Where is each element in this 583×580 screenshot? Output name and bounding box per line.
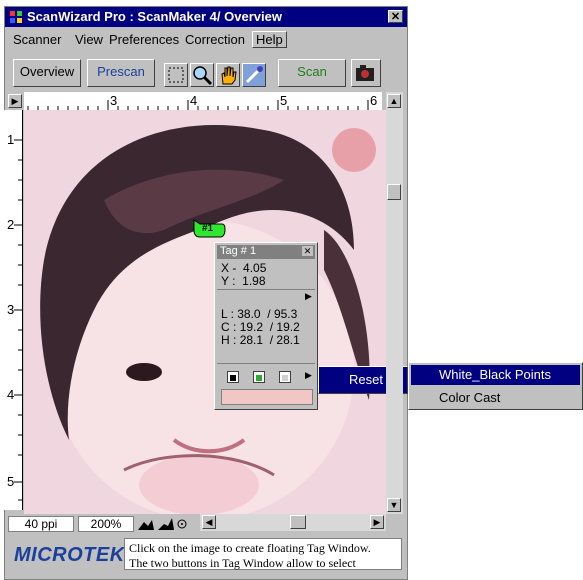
scroll-down-button[interactable]: ▼	[387, 498, 401, 512]
tag-x-label: X	[221, 261, 230, 275]
hand-pan-icon	[221, 66, 237, 85]
tag-l-label: L	[221, 307, 228, 321]
ruler-left-2: 2	[7, 217, 15, 232]
white-point-button[interactable]	[227, 371, 239, 383]
tag-c-value-1: 19.2	[239, 320, 264, 334]
help-message-line-1: Click on the image to create floating Ta…	[129, 541, 371, 555]
black-point-button[interactable]	[279, 371, 291, 383]
menu-item-white-black-points-label: White_Black Points	[439, 367, 551, 382]
overview-button[interactable]: Overview	[13, 59, 81, 87]
title-bar[interactable]: ScanWizard Pro : ScanMaker 4/ Overview ✕	[5, 7, 407, 27]
tag-window-title-bar[interactable]: Tag # 1 ✕	[217, 245, 315, 259]
horizontal-ruler-ticks	[27, 100, 369, 110]
zoom-field[interactable]: 200%	[78, 516, 134, 532]
tag-l-row: L : 38.0 / 95.3	[221, 307, 298, 321]
color-swatch	[221, 389, 313, 405]
tag-window-title: Tag # 1	[220, 245, 257, 257]
scan-button[interactable]: Scan	[278, 59, 346, 87]
color-cast-icon	[256, 375, 262, 381]
zoom-tool[interactable]	[190, 63, 214, 87]
ruler-label-3: 3	[110, 93, 118, 108]
frame-select-icon	[168, 67, 184, 83]
ruler-label-5: 5	[280, 93, 288, 108]
hand-tool[interactable]	[216, 63, 240, 87]
color-cast-button[interactable]	[253, 371, 265, 383]
tag-x-value: 4.05	[243, 261, 267, 275]
preview-image[interactable]	[24, 110, 386, 514]
horizontal-scroll-thumb[interactable]	[290, 515, 306, 529]
help-message-line-2: The two buttons in Tag Window allow to s…	[129, 556, 356, 570]
black-point-icon	[282, 375, 288, 381]
prescan-button[interactable]: Prescan	[87, 59, 155, 87]
tag-h-row: H : 28.1 / 28.1	[221, 333, 300, 347]
ruler-left-1: 1	[7, 132, 15, 147]
vertical-ruler: 1 2 3 4 5	[4, 110, 23, 510]
camera-button[interactable]	[351, 59, 381, 87]
vertical-scrollbar[interactable]: ▲ ▼	[386, 92, 403, 514]
menu-view[interactable]: View	[75, 32, 103, 47]
menu-bar: Scanner View Preferences Correction Help	[5, 29, 407, 49]
ruler-label-4: 4	[190, 93, 198, 108]
tag-y-value: 1.98	[242, 274, 266, 288]
vertical-scroll-thumb[interactable]	[387, 184, 401, 200]
scroll-right-button[interactable]: ▶	[370, 515, 384, 529]
ruler-left-3: 3	[7, 302, 15, 317]
tag-h-value-2: 28.1	[276, 333, 300, 347]
tag-marker-label: #1	[202, 223, 214, 234]
menu-item-reset-label: Reset	[349, 372, 383, 387]
tag-menu-arrow[interactable]: ▶	[305, 370, 312, 381]
ruler-label-6: 6	[370, 93, 378, 108]
tag-y-row: Y : 1.98	[221, 274, 266, 288]
ruler-corner-button[interactable]: ▶	[8, 94, 22, 108]
tag-divider-2	[217, 363, 315, 364]
reset-submenu: White_Black Points Color Cast	[408, 362, 583, 410]
tag-h-label: H	[221, 333, 230, 347]
tag-marker[interactable]: #1	[192, 218, 226, 238]
menu-item-color-cast-label: Color Cast	[439, 390, 501, 405]
tag-l-value-2: 95.3	[273, 307, 298, 321]
menu-correction[interactable]: Correction	[185, 32, 245, 47]
tag-c-value-2: 19.2	[276, 320, 300, 334]
menu-preferences[interactable]: Preferences	[109, 32, 179, 47]
microtek-logo: MICROTEK	[14, 544, 125, 566]
horizontal-ruler: 3 4 5 6	[24, 92, 382, 111]
menu-item-color-cast[interactable]: Color Cast	[411, 387, 580, 407]
tag-c-row: C : 19.2 / 19.2	[221, 320, 300, 334]
scroll-up-button[interactable]: ▲	[387, 94, 401, 108]
resolution-field[interactable]: 40 ppi	[8, 516, 74, 532]
tag-y-label: Y	[221, 274, 229, 288]
eyedropper-icon	[245, 66, 263, 84]
window-title: ScanWizard Pro : ScanMaker 4/ Overview	[27, 9, 282, 24]
close-button[interactable]: ✕	[388, 10, 403, 23]
help-message: Click on the image to create floating Ta…	[124, 538, 402, 570]
frame-select-tool[interactable]	[164, 63, 188, 87]
tag-c-label: C	[221, 320, 230, 334]
eyedropper-tool[interactable]	[242, 63, 266, 87]
horizontal-scrollbar[interactable]: ◀ ▶	[200, 514, 386, 531]
preview-photo-illustration	[24, 110, 386, 514]
tag-l-value-1: 38.0	[237, 307, 261, 321]
tag-window-close-button[interactable]: ✕	[302, 246, 313, 256]
zoom-icon	[193, 66, 213, 86]
ruler-left-4: 4	[7, 387, 15, 402]
tag-window[interactable]: Tag # 1 ✕ X - 4.05 Y : 1.98 ▶ L : 38.0 /…	[214, 242, 318, 410]
menu-scanner[interactable]: Scanner	[13, 32, 61, 47]
histogram-icons	[138, 518, 187, 530]
scroll-left-button[interactable]: ◀	[202, 515, 216, 529]
menu-item-white-black-points[interactable]: White_Black Points	[411, 365, 580, 385]
tag-h-value-1: 28.1	[239, 333, 264, 347]
app-icon	[10, 11, 22, 23]
white-point-icon	[230, 375, 236, 381]
tag-expand-arrow[interactable]: ▶	[305, 291, 312, 302]
ruler-left-5: 5	[7, 474, 15, 489]
camera-icon	[356, 65, 374, 81]
tag-divider	[217, 289, 315, 290]
menu-help[interactable]: Help	[252, 31, 287, 48]
microtek-logo-box: MICROTEK	[8, 536, 124, 570]
tag-x-row: X - 4.05	[221, 261, 267, 275]
